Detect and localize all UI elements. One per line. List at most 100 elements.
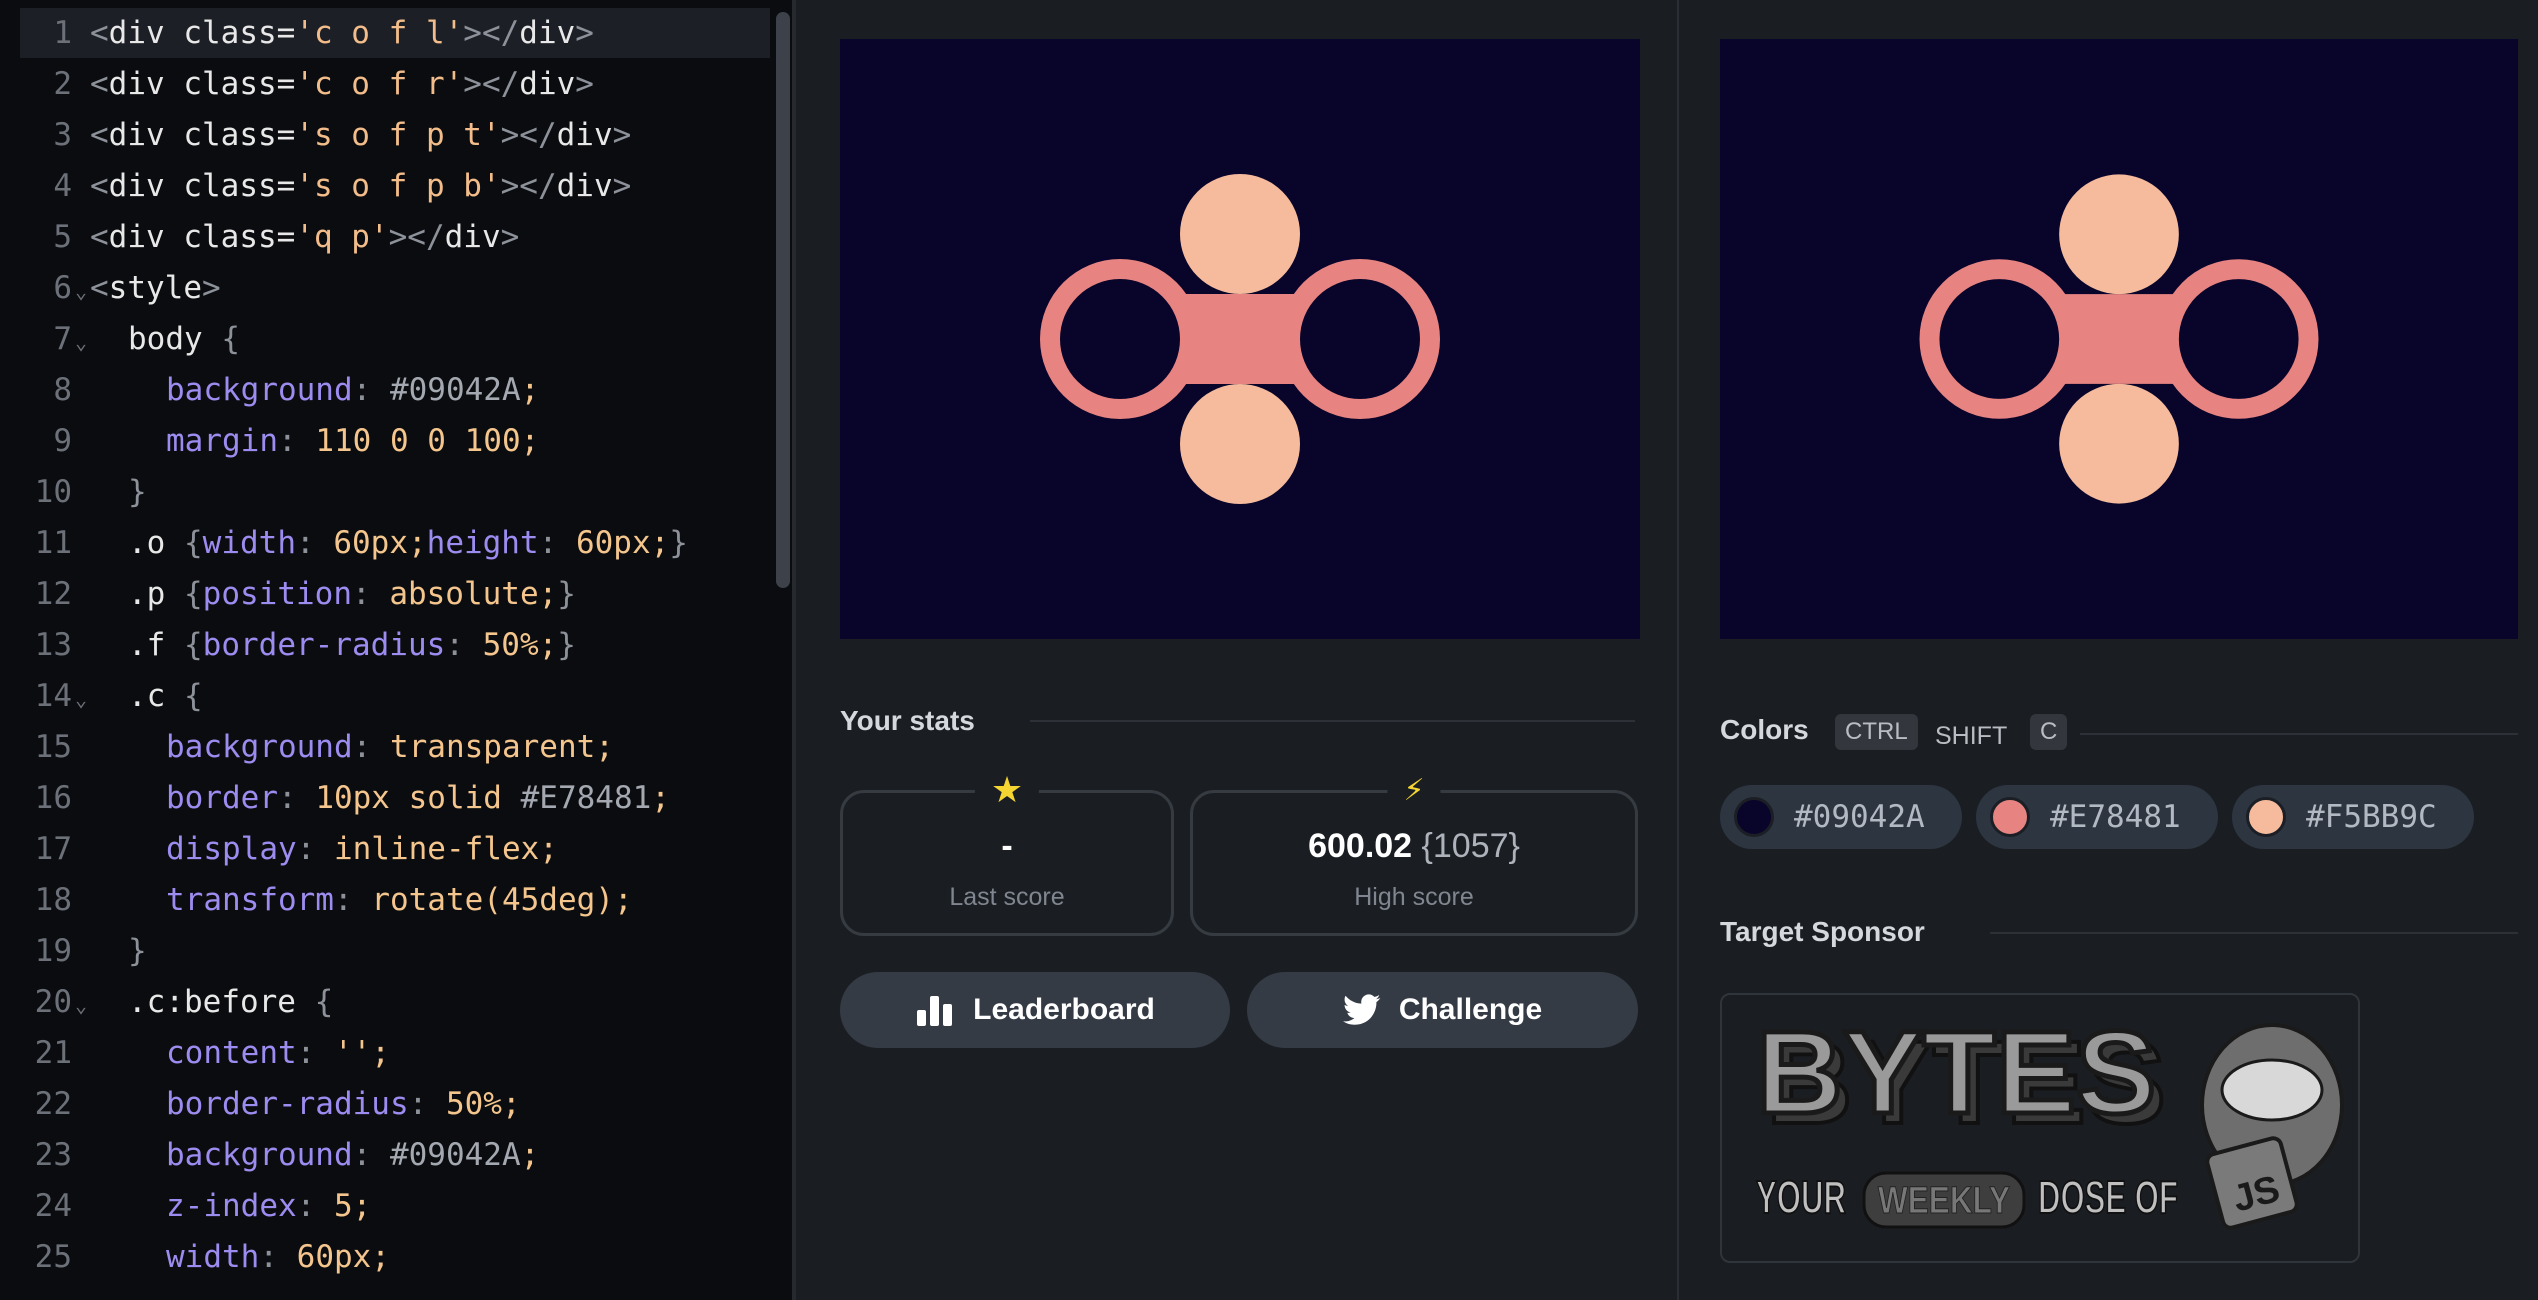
output-preview[interactable] <box>840 39 1640 639</box>
code-token: div <box>444 219 501 255</box>
code-line[interactable]: 23 background: #09042A; <box>20 1130 770 1180</box>
code-token: rotate(45deg); <box>371 882 633 918</box>
code-token: } <box>557 627 576 663</box>
code-token: height <box>426 525 539 561</box>
output-image <box>840 39 1640 639</box>
code-token: : <box>277 780 316 816</box>
high-score-sub: {1057} <box>1421 827 1520 865</box>
code-line[interactable]: 21 content: ''; <box>20 1028 770 1078</box>
color-hex-3: #F5BB9C <box>2306 799 2437 835</box>
code-text: background: #09042A; <box>90 372 539 408</box>
code-token: div <box>108 66 184 102</box>
code-token: div <box>108 219 184 255</box>
line-number: 17 <box>34 831 72 867</box>
code-token: margin <box>166 423 278 459</box>
code-token: 60px; <box>575 525 670 561</box>
fold-chevron-icon[interactable]: ⌄ <box>72 980 90 1030</box>
code-token: 110 0 0 100; <box>315 423 540 459</box>
line-number: 24 <box>34 1188 72 1224</box>
code-line[interactable]: 14 ⌄ .c { <box>20 671 770 721</box>
code-line[interactable]: 15 background: transparent; <box>20 722 770 772</box>
code-token: : <box>296 831 334 867</box>
code-token: class= <box>183 117 296 153</box>
code-token: } <box>557 576 576 612</box>
code-line[interactable]: 12 .p {position: absolute;} <box>20 569 770 619</box>
target-image <box>1720 39 2518 639</box>
code-token: 's o f p b' <box>295 168 501 204</box>
code-token: .c:before <box>128 984 315 1020</box>
line-number: 7 <box>53 321 72 357</box>
leaderboard-button[interactable]: Leaderboard <box>840 972 1230 1048</box>
fold-chevron-icon[interactable]: ⌄ <box>72 266 90 316</box>
code-line[interactable]: 3 <div class='s o f p t'></div> <box>20 110 770 160</box>
code-line[interactable]: 8 background: #09042A; <box>20 365 770 415</box>
code-line[interactable]: 25 width: 60px; <box>20 1232 770 1282</box>
code-token: div <box>556 117 613 153</box>
code-line[interactable]: 13 .f {border-radius: 50%;} <box>20 620 770 670</box>
code-line[interactable]: 2 <div class='c o f r'></div> <box>20 59 770 109</box>
target-preview[interactable] <box>1720 39 2518 639</box>
code-token: width <box>166 1239 260 1275</box>
code-line[interactable]: 22 border-radius: 50%; <box>20 1079 770 1129</box>
code-token: : <box>352 1137 390 1173</box>
code-line[interactable]: 20 ⌄ .c:before { <box>20 977 770 1027</box>
code-line[interactable]: 10} <box>20 467 770 517</box>
code-token: background <box>166 729 353 765</box>
code-text: <div class='c o f l'></div> <box>90 15 594 51</box>
kbd-shift: SHIFT <box>1935 722 2008 750</box>
code-line[interactable]: 5 <div class='q p'></div> <box>20 212 770 262</box>
code-text: background: #09042A; <box>90 1137 539 1173</box>
fold-chevron-icon[interactable]: ⌄ <box>72 674 90 724</box>
code-token: { <box>184 576 203 612</box>
code-token: { <box>184 525 203 561</box>
code-token: #E78481 <box>520 780 652 816</box>
editor-scrollbar[interactable] <box>776 12 790 588</box>
color-hex-1: #09042A <box>1794 799 1925 835</box>
line-number: 18 <box>34 882 72 918</box>
code-line[interactable]: 24 z-index: 5; <box>20 1181 770 1231</box>
colors-divider <box>2080 733 2518 735</box>
code-text: <div class='c o f r'></div> <box>90 66 594 102</box>
code-line[interactable]: 9 margin: 110 0 0 100; <box>20 416 770 466</box>
code-token: border-radius <box>202 627 446 663</box>
high-score-card: ⚡ 600.02 {1057} High score <box>1190 769 1638 936</box>
code-token: : <box>352 729 390 765</box>
svg-text:YOUR: YOUR <box>1756 1171 1846 1223</box>
code-editor[interactable]: 1 <div class='c o f l'></div> 2 <div class=… <box>0 0 796 1300</box>
kbd-c: C <box>2030 714 2068 750</box>
color-chip-3[interactable]: #F5BB9C <box>2232 785 2474 849</box>
stats-title: Your stats <box>840 705 975 736</box>
code-line[interactable]: 18 transform: rotate(45deg); <box>20 875 770 925</box>
code-token: > <box>500 219 520 255</box>
sponsor-banner[interactable]: BYTES BYTES YOUR WEEKLY DOSE OF JS <box>1720 993 2360 1263</box>
code-line[interactable]: 11 .o {width: 60px;height: 60px;} <box>20 518 770 568</box>
code-token: style <box>108 270 202 306</box>
code-token: background <box>166 372 353 408</box>
code-token: : <box>296 525 334 561</box>
fold-chevron-icon[interactable]: ⌄ <box>72 317 90 367</box>
challenge-button[interactable]: Challenge <box>1247 972 1638 1048</box>
code-line[interactable]: 16 border: 10px solid #E78481; <box>20 773 770 823</box>
code-token: < <box>90 168 109 204</box>
color-chip-1[interactable]: #09042A <box>1720 785 1962 849</box>
code-token: .f <box>128 627 184 663</box>
code-line[interactable]: 7 ⌄ body { <box>20 314 770 364</box>
code-line[interactable]: 6 ⌄<style> <box>20 263 770 313</box>
code-token: 'c o f r' <box>295 66 464 102</box>
line-number: 16 <box>34 780 72 816</box>
line-number: 2 <box>53 66 72 102</box>
color-chip-2[interactable]: #E78481 <box>1976 785 2218 849</box>
panel-divider <box>1677 0 1679 1300</box>
code-token: .c <box>128 678 184 714</box>
last-score-label: Last score <box>949 883 1065 911</box>
code-line[interactable]: 4 <div class='s o f p b'></div> <box>20 161 770 211</box>
code-token: div <box>108 15 184 51</box>
line-number: 14 <box>34 678 72 714</box>
code-token: 's o f p t' <box>295 117 501 153</box>
code-line[interactable]: 1 <div class='c o f l'></div> <box>20 8 770 58</box>
code-token: ></ <box>463 15 520 51</box>
code-text: display: inline-flex; <box>90 831 558 867</box>
code-line[interactable]: 19} <box>20 926 770 976</box>
code-line[interactable]: 17 display: inline-flex; <box>20 824 770 874</box>
code-text: border: 10px solid #E78481; <box>90 780 670 816</box>
